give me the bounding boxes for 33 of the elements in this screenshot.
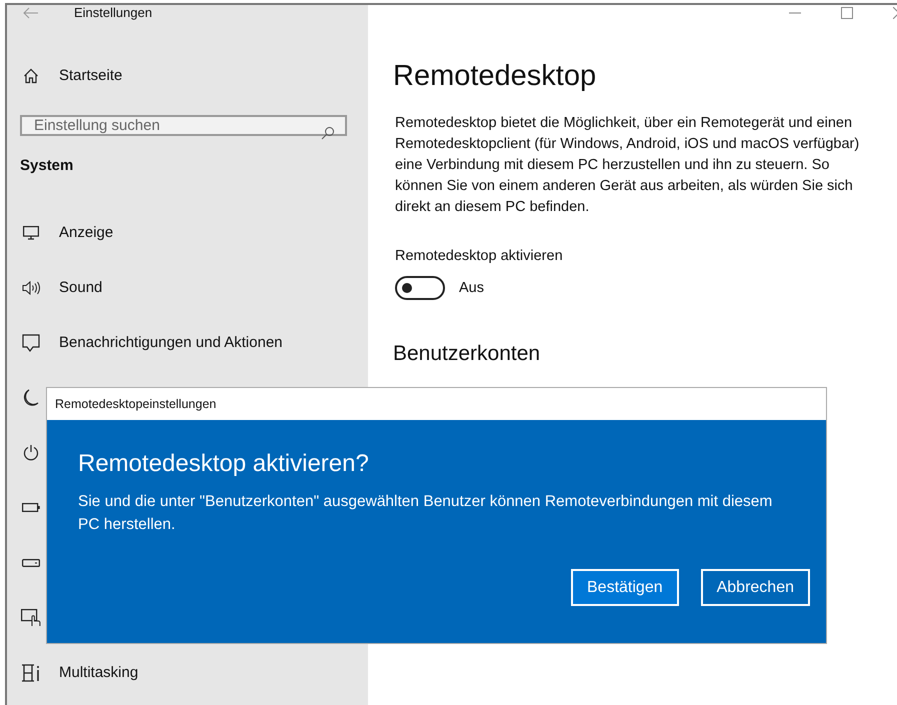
sidebar-item[interactable]: Multitasking (59, 664, 138, 681)
sidebar-item[interactable]: Anzeige (59, 224, 114, 241)
section-heading: System (20, 157, 74, 174)
tablet-touch-icon (21, 608, 41, 626)
speech-bubble-icon (21, 334, 41, 352)
section-heading: Benutzerkonten (393, 342, 542, 366)
window-title: Einstellungen (74, 5, 152, 20)
maximize-icon[interactable] (841, 7, 853, 19)
search-field[interactable]: Einstellung suchen (20, 115, 347, 136)
toggle-label: Remotedesktop aktivieren (395, 248, 564, 264)
dialog-title: Remotedesktopeinstellungen (55, 397, 216, 411)
multitasking-icon (21, 664, 41, 682)
description-text: Remotedesktop bietet die Möglichkeit, über ein Remotegerät und einen Remotedesktopclient (für Windows, Android, iOS und macOS verfügbar) eine Verbindung mit diesem PC herzustellen und ihn zu steuern. So können Sie von einem anderen Gerät aus arbeiten, als würden Sie sich direkt an diesem PC befinden. (395, 114, 860, 217)
monitor-icon (21, 226, 41, 240)
cancel-button[interactable]: Abbrechen (700, 569, 810, 606)
drive-icon (21, 558, 41, 566)
minimize-icon[interactable] (789, 12, 801, 14)
sidebar-item[interactable]: Sound (59, 279, 102, 296)
home-icon (23, 68, 39, 84)
battery-icon (21, 503, 41, 512)
back-arrow-icon[interactable] (23, 6, 39, 18)
home-link[interactable]: Startseite (59, 67, 122, 84)
sidebar-item[interactable]: Benachrichtigungen und Aktionen (59, 334, 283, 351)
toggle-switch[interactable] (395, 276, 445, 300)
power-icon (21, 444, 41, 461)
speaker-icon (21, 280, 41, 294)
moon-icon (21, 388, 41, 406)
dialog-message: Sie und die unter "Benutzerkonten" ausgewählten Benutzer können Remoteverbindungen mit diesem PC herstellen. (78, 492, 774, 535)
page-title: Remotedesktop (393, 60, 598, 93)
toggle-state: Aus (459, 280, 484, 296)
dialog-heading: Remotedesktop aktivieren? (78, 450, 370, 478)
search-icon (321, 126, 335, 140)
confirm-button[interactable]: Bestätigen (571, 569, 679, 606)
